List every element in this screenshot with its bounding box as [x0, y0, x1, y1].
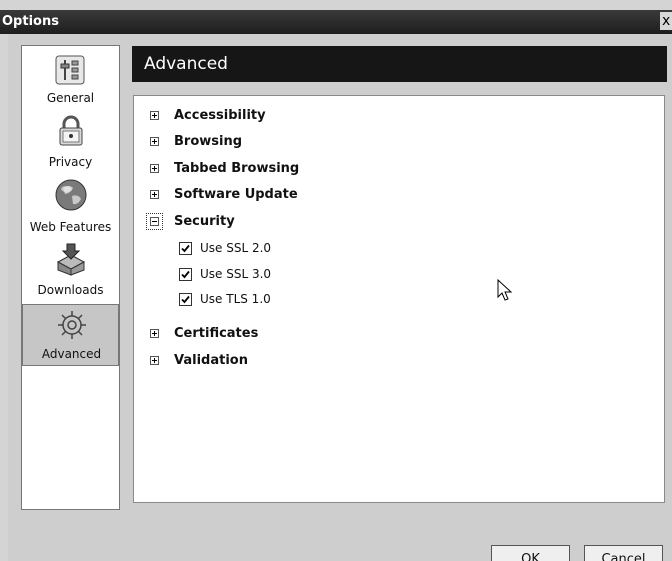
sidebar-item-label: Downloads [37, 283, 104, 297]
cancel-button[interactable]: Cancel [584, 545, 663, 561]
page-title: Advanced [144, 54, 228, 74]
gears-icon [58, 311, 86, 339]
sidebar-item-general[interactable]: General [22, 51, 119, 109]
options-window: Options x General Privacy Web Features D… [0, 0, 672, 561]
sidebar-item-privacy[interactable]: Privacy [22, 114, 119, 174]
collapse-icon[interactable] [150, 217, 159, 226]
mouse-cursor-icon [497, 279, 513, 301]
checkmark-icon [181, 295, 190, 304]
sidebar-item-label: Privacy [48, 155, 93, 169]
expand-icon[interactable] [150, 190, 159, 199]
ssl3-checkbox[interactable] [179, 268, 192, 281]
download-box-icon [56, 243, 86, 276]
expand-icon[interactable] [150, 137, 159, 146]
general-settings-icon [55, 55, 85, 85]
expand-icon[interactable] [150, 111, 159, 120]
ssl2-checkbox[interactable] [179, 242, 192, 255]
tree-item-label: Certificates [174, 326, 259, 341]
ok-button[interactable]: OK [491, 545, 570, 561]
tree-item-label: Security [174, 214, 235, 229]
tree-item-label: Software Update [174, 187, 298, 202]
category-sidebar: General Privacy Web Features Downloads A… [21, 45, 120, 510]
settings-tree: Accessibility Browsing Tabbed Browsing S… [133, 95, 665, 503]
sidebar-item-web-features[interactable]: Web Features [22, 178, 119, 238]
checkbox-label: Use TLS 1.0 [200, 292, 271, 306]
sidebar-item-advanced[interactable]: Advanced [22, 304, 119, 366]
panel-header: Advanced [132, 46, 667, 82]
sidebar-item-label: General [46, 91, 95, 105]
sidebar-item-label: Web Features [29, 220, 112, 234]
tree-item-label: Validation [174, 353, 248, 368]
tree-item-label: Browsing [174, 134, 243, 149]
window-title: Options [2, 14, 59, 29]
checkbox-label: Use SSL 2.0 [200, 241, 272, 255]
sidebar-item-label: Advanced [41, 347, 102, 361]
tree-item-label: Accessibility [174, 108, 266, 123]
sidebar-item-downloads[interactable]: Downloads [22, 242, 119, 302]
expand-icon[interactable] [150, 329, 159, 338]
checkbox-label: Use SSL 3.0 [200, 267, 272, 281]
checkmark-icon [181, 244, 190, 253]
lock-icon [59, 115, 83, 146]
tls1-checkbox[interactable] [179, 293, 192, 306]
expand-icon[interactable] [150, 356, 159, 365]
checkmark-icon [181, 270, 190, 279]
close-button[interactable]: x [660, 12, 672, 30]
tree-item-label: Tabbed Browsing [174, 161, 300, 176]
globe-icon [55, 179, 87, 211]
expand-icon[interactable] [150, 164, 159, 173]
title-bar[interactable]: Options x [0, 10, 672, 34]
